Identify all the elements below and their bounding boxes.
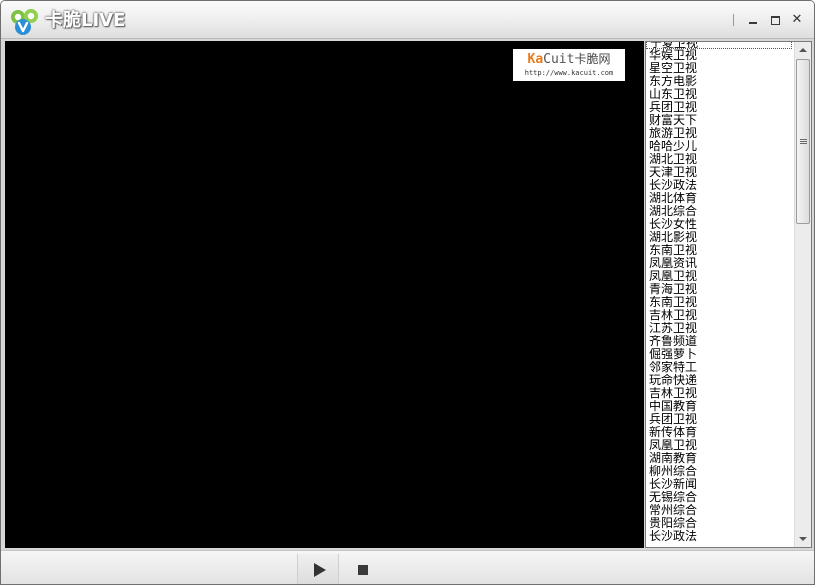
channel-item[interactable]: 长沙新闻: [646, 478, 796, 491]
play-button[interactable]: [297, 554, 339, 584]
app-title: 卡脆LIVE: [45, 10, 126, 31]
watermark-logo: KaCuit卡脆网 http://www.kacuit.com: [513, 49, 625, 81]
control-bar: [1, 550, 814, 584]
channel-item[interactable]: 湖北影视: [646, 231, 796, 244]
channel-scrollbar[interactable]: [794, 42, 811, 547]
title-bar[interactable]: 卡脆LIVE ✕: [1, 1, 814, 39]
channel-item[interactable]: 东南卫视: [646, 244, 796, 257]
channel-item[interactable]: 长沙政法: [646, 530, 796, 543]
channel-item[interactable]: 玩命快递: [646, 374, 796, 387]
arrow-up-icon: [799, 48, 807, 52]
stop-button[interactable]: [349, 554, 377, 584]
channel-item[interactable]: 天津卫视: [646, 166, 796, 179]
maximize-icon: [770, 15, 780, 25]
channel-item[interactable]: 青海卫视: [646, 283, 796, 296]
play-icon: [313, 562, 326, 577]
channel-item[interactable]: 邻家特工: [646, 361, 796, 374]
channel-item[interactable]: 湖南教育: [646, 452, 796, 465]
channel-item[interactable]: 华娱卫视: [646, 49, 796, 62]
channel-item[interactable]: 兵团卫视: [646, 413, 796, 426]
channel-item[interactable]: 东方电影: [646, 75, 796, 88]
watermark-brand: KaCuit卡脆网: [527, 52, 611, 67]
video-player[interactable]: KaCuit卡脆网 http://www.kacuit.com: [5, 41, 644, 548]
channel-item[interactable]: 东南卫视: [646, 296, 796, 309]
channel-item[interactable]: 柳州综合: [646, 465, 796, 478]
channel-item[interactable]: 凤凰卫视: [646, 439, 796, 452]
grip-icon: [800, 139, 807, 145]
channel-list[interactable]: 宁夏卫视 华娱卫视 星空卫视 东方电影 山东卫视 兵团卫视 财富天下 旅游卫视 哈哈少儿 湖北卫视…: [646, 42, 796, 547]
channel-item[interactable]: 贵阳综合: [646, 517, 796, 530]
channel-item[interactable]: 新传体育: [646, 426, 796, 439]
channel-item[interactable]: 湖北综合: [646, 205, 796, 218]
channel-item[interactable]: 长沙政法: [646, 179, 796, 192]
watermark-url: http://www.kacuit.com: [524, 69, 614, 77]
channel-list-panel: 宁夏卫视 华娱卫视 星空卫视 东方电影 山东卫视 兵团卫视 财富天下 旅游卫视 哈哈少儿 湖北卫视…: [645, 41, 812, 548]
channel-item[interactable]: 吉林卫视: [646, 309, 796, 322]
channel-item[interactable]: 湖北卫视: [646, 153, 796, 166]
channel-item[interactable]: 兵团卫视: [646, 101, 796, 114]
scroll-up-button[interactable]: [795, 42, 811, 58]
channel-item[interactable]: 哈哈少儿: [646, 140, 796, 153]
title-separator: [733, 14, 734, 26]
minimize-icon: [749, 22, 757, 24]
scrollbar-thumb[interactable]: [796, 59, 810, 224]
minimize-button[interactable]: [742, 11, 764, 29]
stop-icon: [358, 564, 368, 575]
maximize-button[interactable]: [764, 11, 786, 29]
channel-item[interactable]: 倔强萝卜: [646, 348, 796, 361]
channel-item[interactable]: 无锡综合: [646, 491, 796, 504]
channel-item[interactable]: 凤凰资讯: [646, 257, 796, 270]
app-logo-icon: [11, 9, 38, 35]
channel-item[interactable]: 齐鲁频道: [646, 335, 796, 348]
window-controls: ✕: [733, 11, 808, 29]
channel-item[interactable]: 湖北体育: [646, 192, 796, 205]
channel-item[interactable]: 星空卫视: [646, 62, 796, 75]
channel-item[interactable]: 山东卫视: [646, 88, 796, 101]
arrow-down-icon: [799, 537, 807, 541]
channel-item[interactable]: 旅游卫视: [646, 127, 796, 140]
channel-item[interactable]: 财富天下: [646, 114, 796, 127]
channel-item[interactable]: 中国教育: [646, 400, 796, 413]
app-window: 卡脆LIVE ✕ KaCuit卡脆网 http://www.kacuit.com…: [0, 0, 815, 585]
scroll-down-button[interactable]: [795, 531, 811, 547]
channel-item[interactable]: 凤凰卫视: [646, 270, 796, 283]
close-icon: ✕: [791, 12, 803, 27]
channel-item[interactable]: 常州综合: [646, 504, 796, 517]
channel-item[interactable]: 吉林卫视: [646, 387, 796, 400]
channel-item[interactable]: 宁夏卫视: [646, 42, 792, 49]
close-button[interactable]: ✕: [786, 11, 808, 29]
channel-item[interactable]: 江苏卫视: [646, 322, 796, 335]
channel-item[interactable]: 长沙女性: [646, 218, 796, 231]
